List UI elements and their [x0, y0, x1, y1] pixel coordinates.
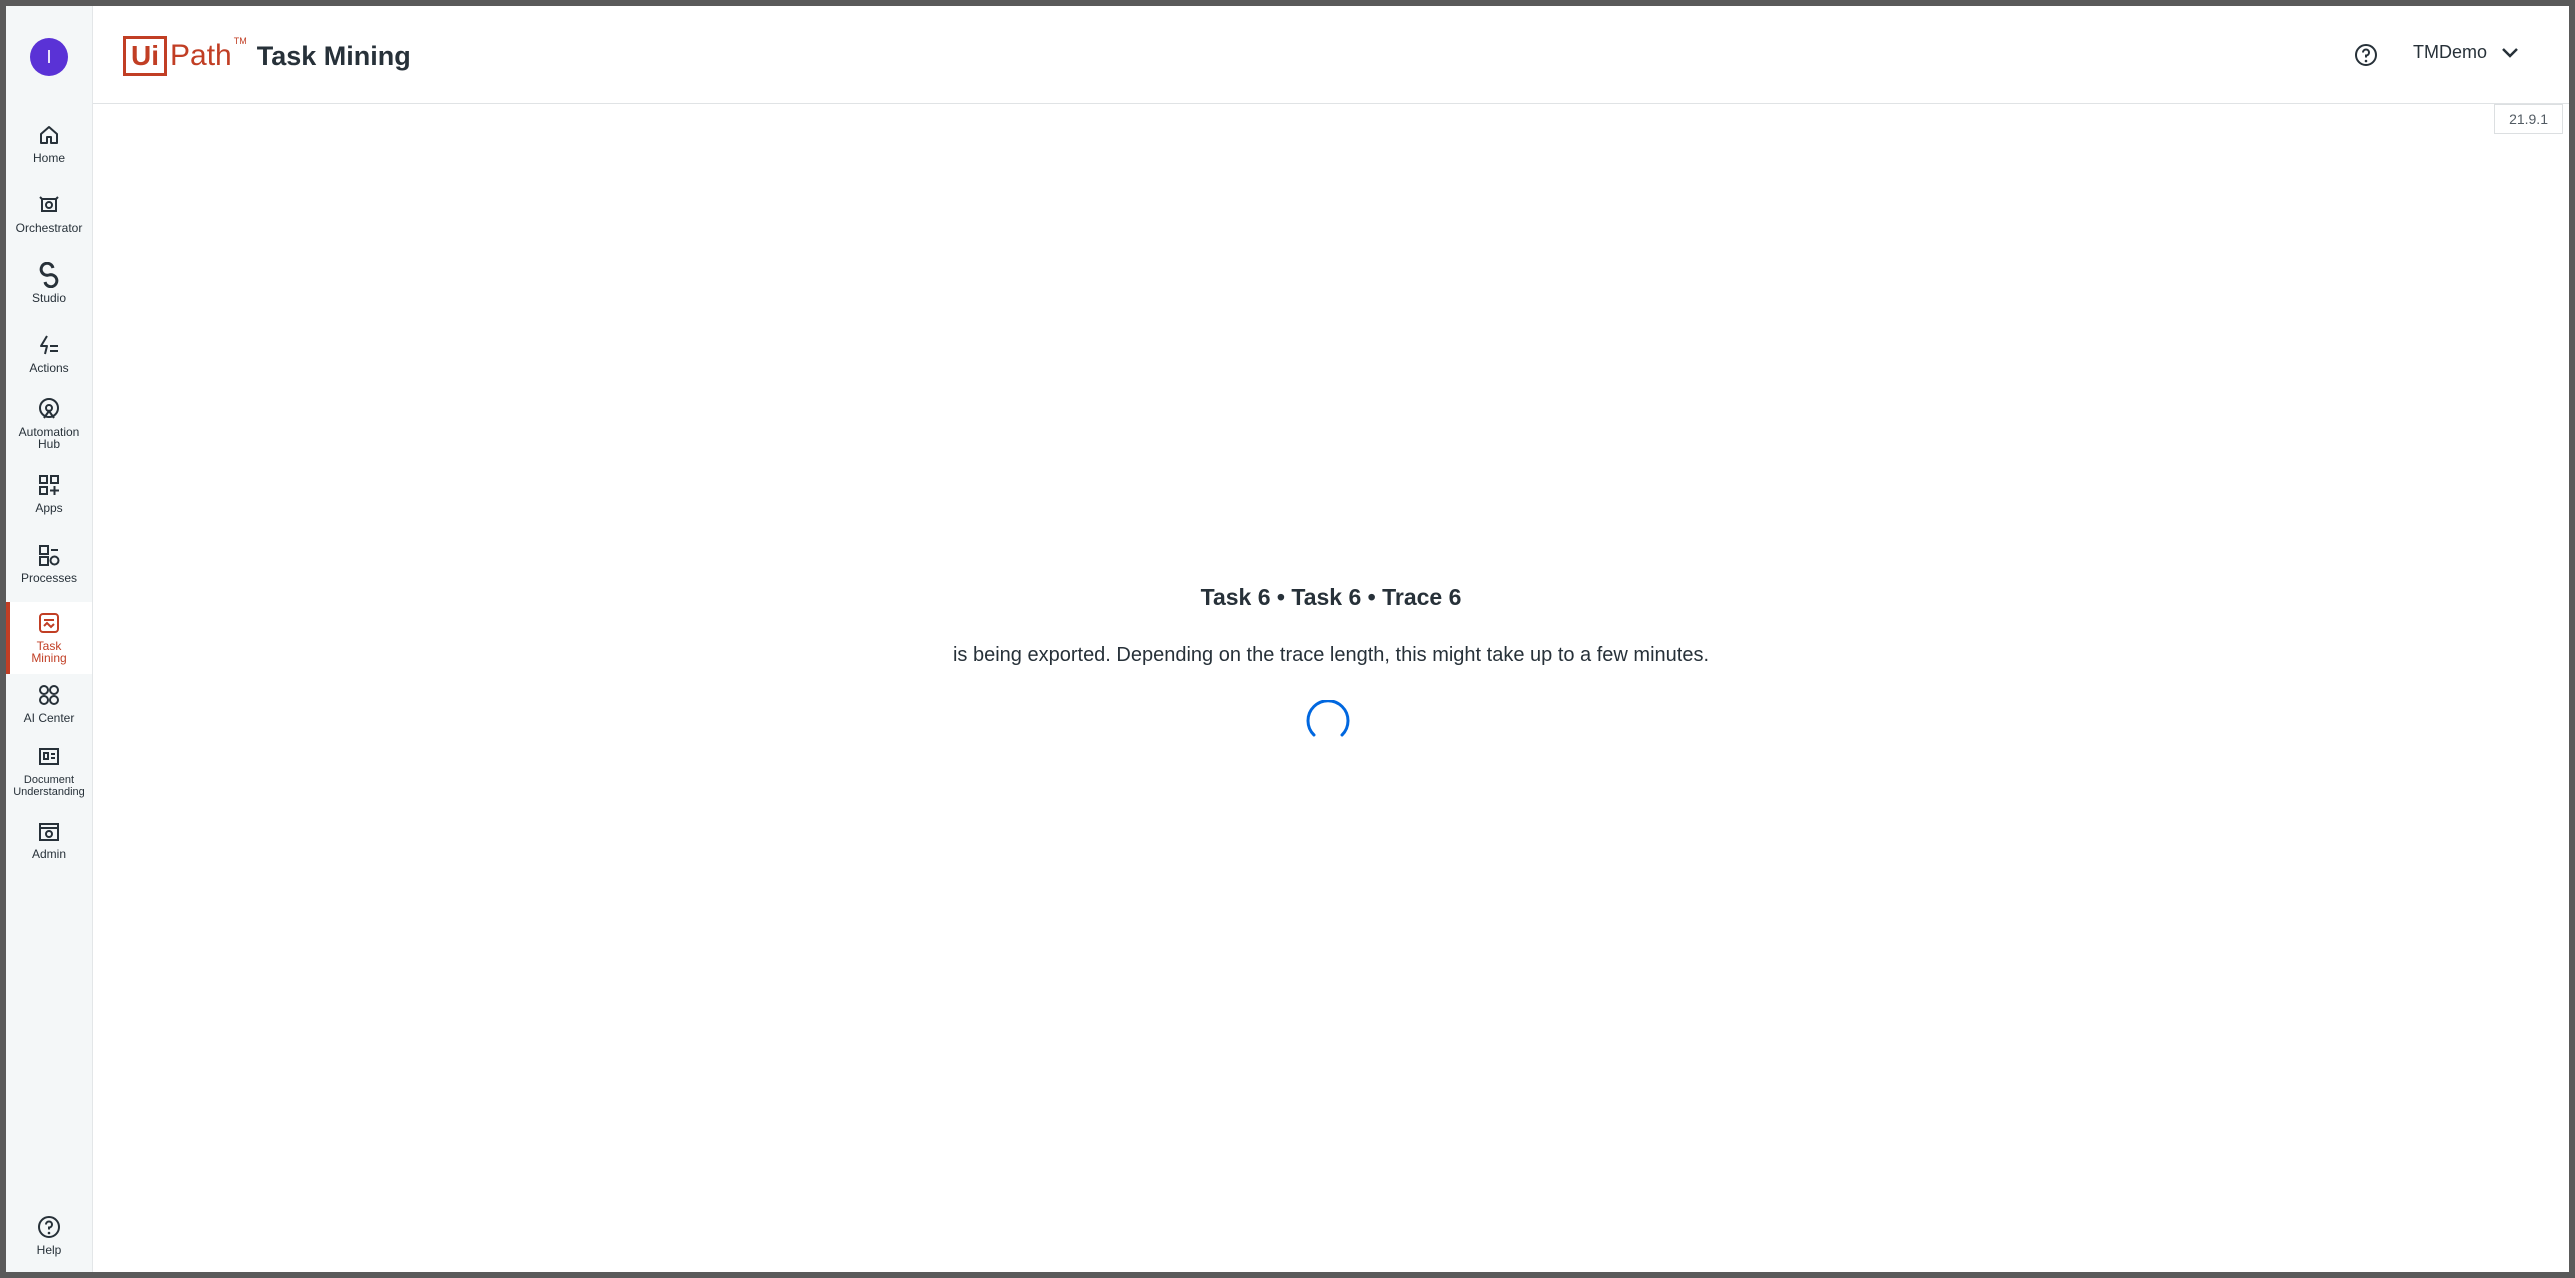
loading-spinner-icon [1306, 700, 1350, 737]
nav-item-label: Task Mining [31, 639, 67, 665]
nav-item-orchestrator[interactable]: Orchestrator [6, 192, 92, 234]
nav-item-task-mining[interactable]: Task Mining [6, 602, 92, 674]
uipath-logo[interactable]: Ui Path TM Task Mining [123, 36, 411, 76]
actions-icon [40, 335, 58, 355]
nav-item-document-understanding[interactable]: Document Understanding [6, 744, 92, 798]
ai-center-icon [39, 685, 59, 705]
nav-item-label: Studio [31, 291, 67, 305]
chevron-down-icon [2502, 47, 2518, 58]
nav-item-admin[interactable]: Admin [6, 818, 92, 860]
nav-item-label: Automation Hub [18, 425, 80, 451]
nav-item-label: Home [32, 151, 65, 165]
nav-item-label: Apps [35, 501, 63, 515]
logo-trademark: TM [233, 36, 247, 46]
document-understanding-icon [39, 748, 59, 765]
studio-icon [39, 262, 59, 288]
nav-item-actions[interactable]: Actions [6, 332, 92, 374]
nav-item-apps[interactable]: Apps [6, 472, 92, 514]
orchestrator-icon [39, 196, 59, 212]
product-name: Task Mining [256, 41, 411, 71]
nav-item-ai-center[interactable]: AI Center [6, 682, 92, 724]
avatar[interactable]: I [30, 38, 68, 76]
avatar-initial: I [46, 46, 52, 67]
top-header: Ui Path TM Task Mining TMDemo [93, 6, 2569, 104]
nav-item-label: Actions [29, 361, 69, 375]
logo-ui: Ui [123, 36, 167, 76]
tenant-name: TMDemo [2412, 42, 2487, 62]
nav-item-label: Processes [20, 571, 78, 585]
processes-icon [39, 545, 60, 566]
nav-item-help[interactable]: Help [6, 1214, 92, 1256]
apps-icon [39, 475, 59, 495]
nav-item-label: Orchestrator [15, 221, 83, 235]
help-icon[interactable] [2353, 42, 2379, 68]
automation-hub-icon [39, 398, 59, 419]
admin-icon [39, 823, 59, 841]
nav-item-label: AI Center [23, 711, 75, 725]
home-icon [40, 126, 58, 144]
export-title: Task 6 • Task 6 • Trace 6 [1200, 584, 1462, 610]
nav-item-automation-hub[interactable]: Automation Hub [6, 396, 92, 450]
nav-item-home[interactable]: Home [6, 122, 92, 164]
nav-item-studio[interactable]: Studio [6, 262, 92, 304]
main-content: Task 6 • Task 6 • Trace 6 is being expor… [93, 104, 2569, 1272]
tenant-selector[interactable]: TMDemo [2413, 42, 2519, 63]
logo-path: Path [170, 39, 232, 72]
nav-item-label: Admin [31, 847, 66, 861]
export-message: is being exported. Depending on the trac… [952, 644, 1709, 666]
app-window: I Home Orchestrator Studio Actions Autom… [6, 6, 2569, 1272]
nav-item-label: Help [36, 1243, 62, 1257]
nav-item-label: Document Understanding [13, 774, 85, 798]
task-mining-icon [39, 613, 59, 633]
left-nav-rail: I Home Orchestrator Studio Actions Autom… [6, 6, 93, 1272]
nav-item-processes[interactable]: Processes [6, 542, 92, 584]
help-icon [38, 1216, 60, 1238]
